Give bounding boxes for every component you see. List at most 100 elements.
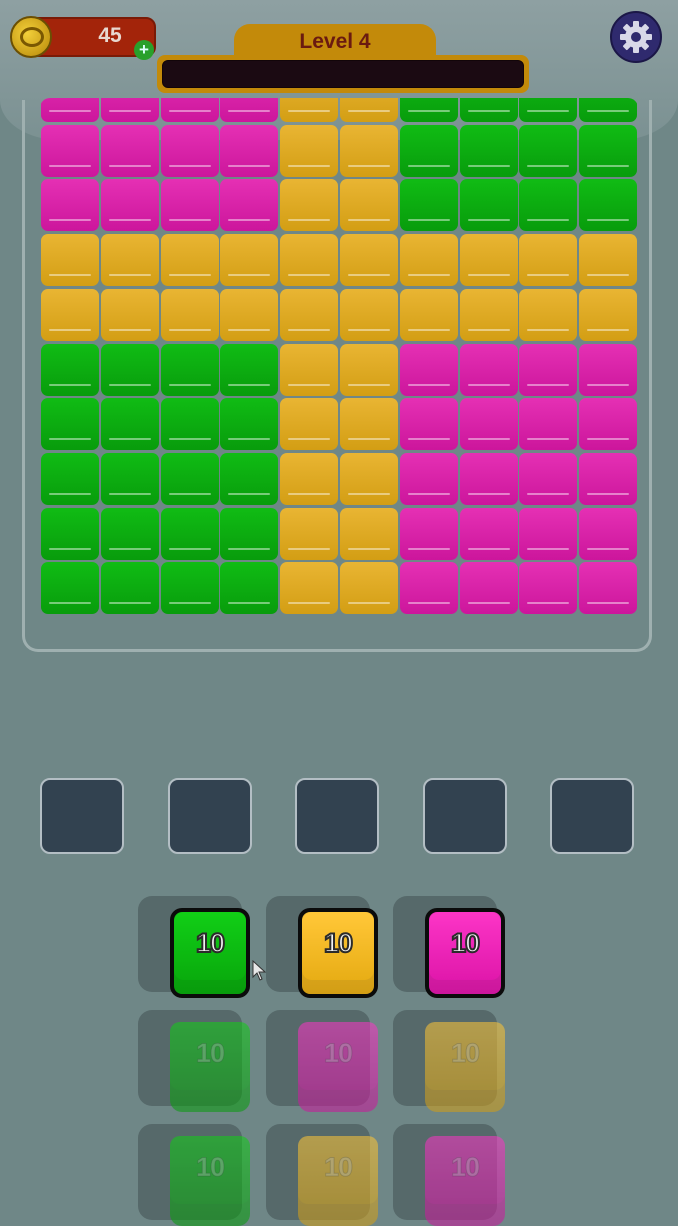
mouse-cursor-icon	[252, 960, 267, 981]
board-block-pink	[459, 507, 518, 560]
block-count: 10	[195, 1152, 225, 1183]
board-block-pink	[399, 507, 458, 560]
board-block-green	[100, 507, 159, 560]
board-block-pink	[459, 452, 518, 505]
board-block-green	[160, 343, 219, 396]
board-block-yellow	[399, 288, 458, 341]
shooter-block-green: 10	[170, 1136, 250, 1226]
board-block-pink	[399, 343, 458, 396]
level-progress-bar	[157, 55, 529, 93]
board-block-yellow	[41, 288, 99, 341]
board-block-green	[399, 98, 458, 122]
board-block-yellow	[280, 507, 339, 560]
board-block-pink	[579, 507, 638, 560]
board-block-yellow	[220, 234, 279, 287]
board-block-green	[220, 507, 279, 560]
board-block-green	[220, 452, 279, 505]
empty-slot[interactable]	[422, 778, 507, 854]
board-block-green	[579, 98, 638, 122]
board-block-green	[519, 98, 578, 122]
board-block-pink	[160, 98, 219, 122]
board-block-yellow	[280, 288, 339, 341]
board-block-green	[519, 179, 578, 232]
board-block-pink	[41, 179, 99, 232]
board-block-yellow	[280, 179, 339, 232]
board-block-green	[220, 562, 279, 615]
board-block-pink	[519, 343, 578, 396]
board-block-pink	[459, 398, 518, 451]
board-block-pink	[41, 124, 99, 177]
board-block-yellow	[340, 98, 398, 122]
shooter-block-pink: 10	[298, 1022, 378, 1112]
board-block-green	[519, 124, 578, 177]
gear-icon	[620, 21, 652, 53]
shooter-block-yellow: 10	[425, 1022, 505, 1112]
board-block-yellow	[280, 124, 339, 177]
board-block-yellow	[340, 562, 398, 615]
board-block-yellow	[340, 179, 398, 232]
shooter-block-yellow: 10	[298, 1136, 378, 1226]
board-block-green	[579, 124, 638, 177]
board-block-yellow	[280, 98, 339, 122]
shooter-block-pink: 10	[425, 1136, 505, 1226]
shooter-block-green[interactable]: 10	[170, 908, 250, 998]
add-coins-button[interactable]: +	[134, 40, 154, 60]
board-block-yellow	[280, 452, 339, 505]
board-block-green	[160, 562, 219, 615]
progress-track	[162, 60, 524, 88]
block-count: 10	[195, 1038, 225, 1069]
board-block-pink	[519, 398, 578, 451]
board-block-yellow	[100, 234, 159, 287]
board-block-pink	[220, 98, 279, 122]
settings-button[interactable]	[610, 11, 662, 63]
board-block-green	[220, 398, 279, 451]
board-block-yellow	[160, 234, 219, 287]
board-block-green	[100, 452, 159, 505]
board-block-pink	[399, 562, 458, 615]
board-block-yellow	[220, 288, 279, 341]
board-block-pink	[579, 452, 638, 505]
empty-slot[interactable]	[167, 778, 252, 854]
board-block-yellow	[519, 234, 578, 287]
block-count: 10	[323, 927, 354, 959]
shooter-block-green: 10	[170, 1022, 250, 1112]
board-block-green	[100, 562, 159, 615]
board-block-green	[100, 398, 159, 451]
block-count: 10	[195, 927, 226, 959]
board-block-green	[459, 98, 518, 122]
block-board	[40, 98, 638, 635]
board-block-green	[459, 179, 518, 232]
board-block-pink	[100, 179, 159, 232]
board-block-green	[41, 398, 99, 451]
empty-slot[interactable]	[295, 778, 379, 854]
board-block-green	[160, 452, 219, 505]
board-block-yellow	[280, 398, 339, 451]
board-block-pink	[519, 562, 578, 615]
board-block-yellow	[579, 288, 638, 341]
board-block-pink	[579, 562, 638, 615]
board-block-yellow	[340, 398, 398, 451]
empty-slot[interactable]	[550, 778, 634, 854]
board-block-green	[100, 343, 159, 396]
board-block-green	[41, 507, 99, 560]
board-block-green	[399, 179, 458, 232]
board-block-pink	[100, 98, 159, 122]
board-block-pink	[220, 124, 279, 177]
empty-slot[interactable]	[40, 778, 124, 854]
board-block-yellow	[519, 288, 578, 341]
board-block-pink	[399, 398, 458, 451]
board-block-pink	[41, 98, 99, 122]
shooter-block-yellow[interactable]: 10	[298, 908, 378, 998]
board-block-pink	[459, 343, 518, 396]
block-count: 10	[323, 1038, 353, 1069]
board-block-yellow	[340, 288, 398, 341]
board-block-green	[41, 452, 99, 505]
board-block-green	[41, 562, 99, 615]
board-block-yellow	[41, 234, 99, 287]
shooter-block-pink[interactable]: 10	[425, 908, 505, 998]
board-block-green	[160, 398, 219, 451]
board-block-yellow	[280, 234, 339, 287]
block-count: 10	[450, 927, 481, 959]
board-block-pink	[160, 124, 219, 177]
board-block-yellow	[280, 562, 339, 615]
